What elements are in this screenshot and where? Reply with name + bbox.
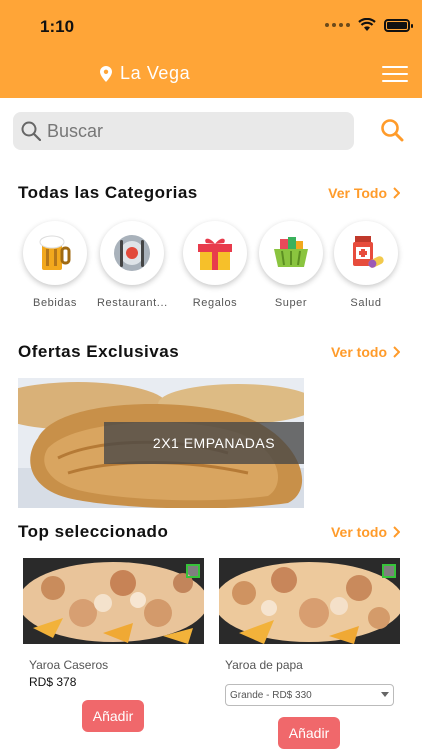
category-bebidas[interactable]: Bebidas <box>20 221 90 309</box>
gift-icon <box>198 238 232 270</box>
offer-card[interactable]: 2X1 EMPANADAS <box>18 378 304 508</box>
product-name: Yaroa Caseros <box>29 658 109 672</box>
product-card[interactable]: Yaroa Caseros RD$ 378 Añadir <box>23 558 204 732</box>
category-regalos-circle <box>183 221 247 285</box>
offers-see-all-link[interactable]: Ver todo <box>331 344 400 360</box>
location-label: La Vega <box>120 63 191 83</box>
category-regalos[interactable]: Regalos <box>180 221 250 309</box>
category-restaurant-circle <box>100 221 164 285</box>
medicine-icon <box>353 236 384 268</box>
see-all-label: Ver todo <box>330 524 387 540</box>
top-selected-title: Top seleccionado <box>18 522 169 541</box>
category-salud[interactable]: Salud <box>331 221 401 309</box>
product-image <box>23 558 204 644</box>
search-icon <box>21 121 41 141</box>
yaroa-photo <box>23 558 204 644</box>
add-to-cart-button[interactable]: Añadir <box>82 700 144 732</box>
search-icon <box>381 119 404 142</box>
search-button[interactable] <box>380 118 404 147</box>
product-image <box>219 558 400 644</box>
category-label: Bebidas <box>33 297 77 309</box>
beer-icon <box>39 235 71 270</box>
top-selected-see-all-link[interactable]: Ver todo <box>331 524 400 540</box>
location-selector[interactable]: La Vega <box>100 63 190 84</box>
add-to-cart-button[interactable]: Añadir <box>278 717 340 749</box>
category-salud-circle <box>334 221 398 285</box>
wifi-icon <box>358 18 376 31</box>
chevron-right-icon <box>393 187 400 199</box>
dropdown-arrow-icon <box>381 692 389 697</box>
search-input[interactable] <box>47 120 327 142</box>
product-card[interactable]: Yaroa de papa Grande - RD$ 330 Añadir <box>219 558 400 749</box>
offer-banner: 2X1 EMPANADAS <box>104 422 304 464</box>
size-select[interactable]: Grande - RD$ 330 <box>225 684 394 706</box>
status-icons <box>325 18 413 32</box>
yaroa-photo <box>219 558 400 644</box>
size-select-value: Grande - RD$ 330 <box>230 689 312 701</box>
signal-icon <box>325 23 350 27</box>
plate-icon <box>114 235 150 271</box>
product-price: RD$ 378 <box>29 675 77 689</box>
category-super[interactable]: Super <box>256 221 326 309</box>
app-header: 1:10 La Vega <box>0 0 422 98</box>
battery-icon <box>384 18 413 32</box>
categories-see-all-link[interactable]: Ver Todo <box>328 185 400 201</box>
product-name: Yaroa de papa <box>225 658 303 672</box>
see-all-label: Ver Todo <box>328 185 387 201</box>
categories-title: Todas las Categorias <box>18 183 198 202</box>
offers-title: Ofertas Exclusivas <box>18 342 180 361</box>
category-label: Regalos <box>192 297 238 309</box>
chevron-right-icon <box>393 526 400 538</box>
basket-icon <box>274 237 308 267</box>
see-all-label: Ver todo <box>330 344 387 360</box>
location-pin-icon <box>100 65 112 82</box>
category-label: Super <box>274 297 308 309</box>
favorite-checkbox[interactable] <box>382 564 396 578</box>
category-restaurant[interactable]: Restaurant... <box>97 221 167 309</box>
category-label: Restaurant... <box>97 297 168 309</box>
hamburger-menu-icon[interactable] <box>382 66 408 84</box>
category-label: Salud <box>350 297 382 309</box>
category-super-circle <box>259 221 323 285</box>
status-time: 1:10 <box>40 17 75 36</box>
favorite-checkbox[interactable] <box>186 564 200 578</box>
search-bar <box>13 112 354 150</box>
chevron-right-icon <box>393 346 400 358</box>
category-bebidas-circle <box>23 221 87 285</box>
